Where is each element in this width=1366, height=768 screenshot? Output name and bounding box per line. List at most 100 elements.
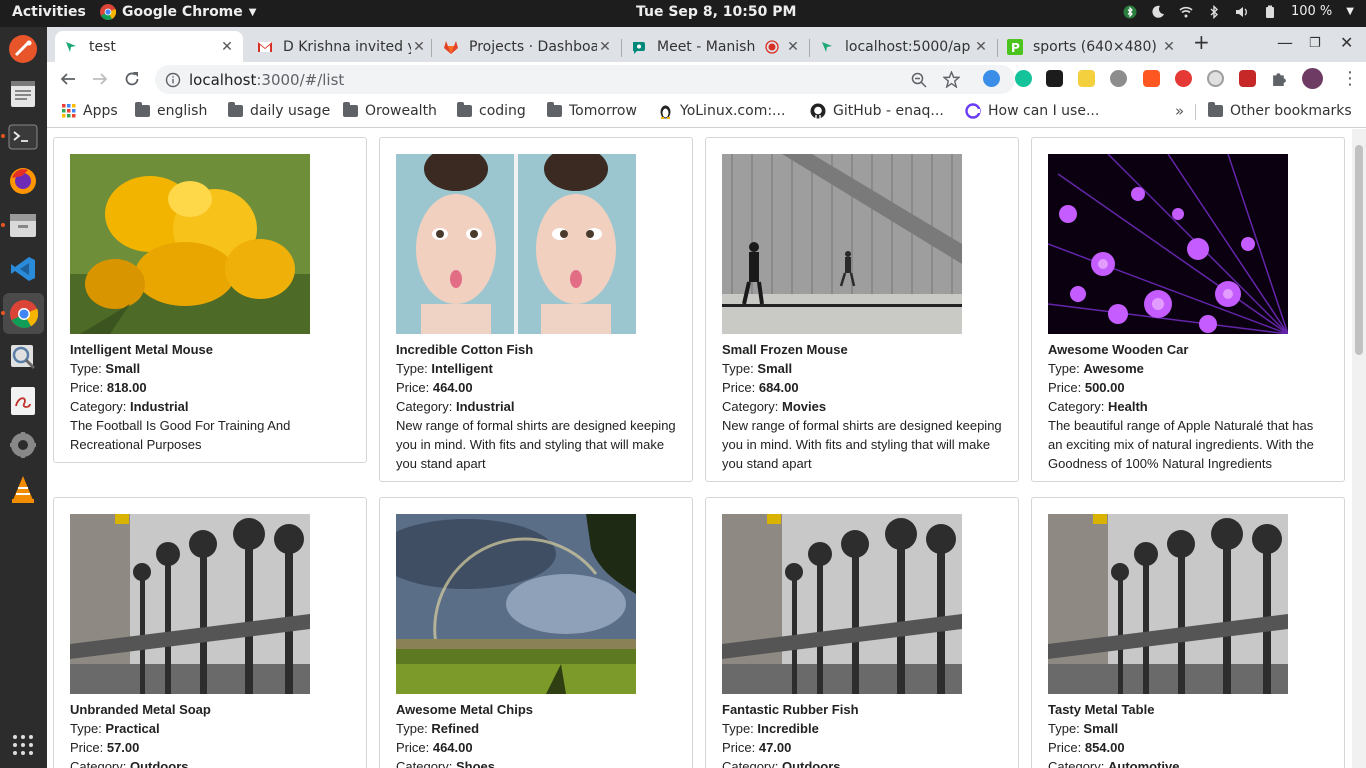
firefox-icon[interactable] [7,165,39,197]
ubuntu-dock [0,27,47,768]
bookmark-other-bookmarks[interactable]: Other bookmarks [1208,102,1352,119]
files-icon[interactable] [7,209,39,241]
product-name: Tasty Metal Table [1048,702,1155,717]
new-tab-button[interactable]: + [1193,30,1210,54]
tab-gmail[interactable]: D Krishna invited y ✕ [249,31,435,62]
minimize-window-button[interactable]: — [1277,33,1293,52]
tab-gitlab[interactable]: Projects · Dashboa ✕ [435,31,621,62]
product-card[interactable]: Incredible Cotton Fish Type: Intelligent… [379,137,693,482]
product-card[interactable]: Awesome Wooden Car Type: Awesome Price: … [1031,137,1345,482]
tab-localhost-5000[interactable]: localhost:5000/ap ✕ [811,31,997,62]
price-value: 818.00 [106,380,147,395]
bookmark-folder-english[interactable]: english [135,102,207,119]
bookmark-folder-orowealth[interactable]: Orowealth [343,102,437,119]
address-bar[interactable]: localhost:3000/#/list [155,65,1015,94]
product-category: Category: Industrial [396,397,676,416]
close-window-button[interactable]: ✕ [1340,33,1353,52]
product-card[interactable]: Small Frozen Mouse Type: Small Price: 68… [705,137,1019,482]
github-icon [810,103,826,119]
terminal-icon[interactable] [7,121,39,153]
folder-icon [343,102,358,117]
tab-test[interactable]: test ✕ [55,31,243,62]
bookmark-folder-tomorrow[interactable]: Tomorrow [547,102,637,119]
app-menu[interactable]: Google Chrome ▼ [100,4,256,20]
bookmark-yolinux[interactable]: YoLinux.com:... [658,103,785,119]
image-viewer-icon[interactable] [7,341,39,373]
extensions-puzzle-icon[interactable] [1271,70,1288,87]
bookmark-star-icon[interactable] [943,71,960,88]
reload-button[interactable] [121,68,143,90]
tab-title: D Krishna invited y [283,38,411,55]
tab-sports[interactable]: P sports (640×480) ✕ [999,31,1185,62]
product-card[interactable]: Tasty Metal Table Type: Small Price: 854… [1031,497,1345,768]
product-card[interactable]: Intelligent Metal Mouse Type: Small Pric… [53,137,367,463]
extension-red-icon[interactable] [1239,70,1256,87]
product-card[interactable]: Unbranded Metal Soap Type: Practical Pri… [53,497,367,768]
settings-icon[interactable] [7,429,39,461]
bookmark-apps[interactable]: Apps [62,103,118,119]
product-card[interactable]: Fantastic Rubber Fish Type: Incredible P… [705,497,1019,768]
grammarly-icon[interactable] [1015,70,1032,87]
bluetooth-app-icon [1123,5,1137,18]
url-text: localhost:3000/#/list [189,71,344,89]
show-applications-icon[interactable] [7,729,39,761]
clock[interactable]: Tue Sep 8, 10:50 PM [636,4,796,20]
scrollbar-thumb[interactable] [1355,145,1363,355]
more-menu-icon[interactable]: ⋮ [1341,68,1359,89]
price-label: Price: [1048,740,1085,755]
close-tab-icon[interactable]: ✕ [597,39,613,55]
battery-icon [1265,5,1274,18]
vlc-icon[interactable] [7,473,39,505]
price-value: 464.00 [432,740,473,755]
system-tray[interactable]: 100 % ▼ [1123,4,1354,19]
product-price: Price: 818.00 [70,378,350,397]
close-tab-icon[interactable]: ✕ [1161,39,1177,55]
firefox-dev-icon[interactable] [7,33,39,65]
close-tab-icon[interactable]: ✕ [973,39,989,55]
extension-grey-icon[interactable] [1110,70,1127,87]
forward-button[interactable] [89,68,111,90]
restore-window-button[interactable]: ❐ [1309,36,1321,51]
product-name: Fantastic Rubber Fish [722,702,859,717]
chrome-dock-icon[interactable] [3,293,44,334]
product-price: Price: 684.00 [722,378,1002,397]
extension-dark-icon[interactable] [1046,70,1063,87]
bookmark-folder-coding[interactable]: coding [457,102,526,119]
text-editor-icon[interactable] [7,77,39,109]
product-card[interactable]: Awesome Metal Chips Type: Refined Price:… [376,497,693,768]
vscode-icon[interactable] [7,253,39,285]
bookmark-label: daily usage [250,103,331,119]
category-label: Category: [1048,399,1108,414]
price-value: 47.00 [758,740,792,755]
profile-avatar[interactable] [1302,68,1323,89]
product-image-street-walkers [722,154,962,334]
product-name: Awesome Wooden Car [1048,342,1189,357]
bookmark-label: Apps [83,103,118,119]
url-host: localhost [189,71,257,89]
close-tab-icon[interactable]: ✕ [411,39,427,55]
bookmark-how-can-i-use[interactable]: How can I use... [965,103,1099,119]
price-label: Price: [722,740,759,755]
tab-meet[interactable]: Meet - Manish ✕ [623,31,809,62]
category-label: Category: [722,399,782,414]
type-value: Refined [431,721,480,736]
running-indicator [1,223,5,227]
adblock-icon[interactable] [1175,70,1192,87]
extension-orange-icon[interactable] [1143,70,1160,87]
close-tab-icon[interactable]: ✕ [785,39,801,55]
zoom-icon[interactable] [911,72,927,88]
app-menu-label: Google Chrome [122,4,243,20]
back-button[interactable] [57,68,79,90]
document-viewer-icon[interactable] [7,385,39,417]
bookmark-github[interactable]: GitHub - enaq... [810,103,944,119]
product-image-bridge-lamps [722,514,962,694]
page-scrollbar[interactable] [1352,129,1366,768]
bookmarks-overflow-chevron-icon[interactable]: » [1175,102,1184,120]
extension-blue-icon[interactable] [983,70,1000,87]
close-tab-icon[interactable]: ✕ [219,39,235,55]
activities-button[interactable]: Activities [12,4,86,20]
timer-icon[interactable] [1207,70,1224,87]
bookmark-folder-daily-usage[interactable]: daily usage [228,102,331,119]
product-type: Type: Awesome [1048,359,1328,378]
sticky-notes-icon[interactable] [1078,70,1095,87]
